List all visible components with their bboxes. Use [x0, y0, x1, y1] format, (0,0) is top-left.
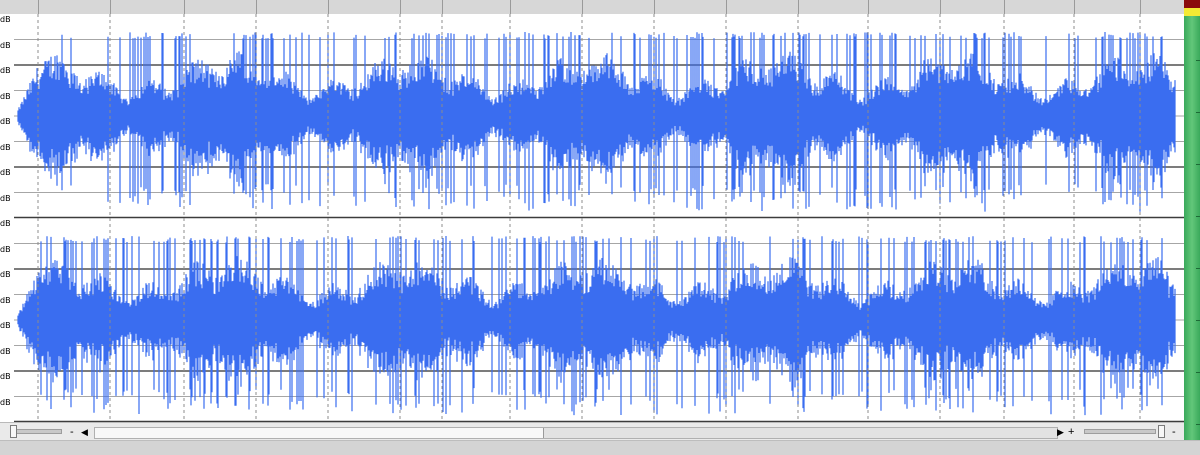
scrollbar-thumb[interactable]	[95, 428, 544, 438]
ruler-tick	[110, 0, 111, 14]
ruler-tick	[328, 0, 329, 14]
meter-level-bar	[1184, 16, 1200, 440]
level-meter	[1184, 0, 1200, 440]
db-label: dB	[0, 372, 11, 381]
db-label: dB	[0, 194, 11, 203]
zoom-in-track[interactable]	[1084, 429, 1156, 434]
waveform-layer	[17, 32, 1176, 416]
channel-waveform	[17, 236, 1176, 416]
meter-tick	[1196, 164, 1200, 165]
zoom-in-button[interactable]: +	[1068, 426, 1074, 438]
db-label: dB	[0, 92, 11, 101]
zoom-out-button[interactable]: -	[70, 426, 74, 438]
zoom-right-out-button[interactable]: -	[1172, 426, 1176, 438]
zoom-in-slider-thumb[interactable]	[1158, 425, 1165, 438]
ruler-tick	[256, 0, 257, 14]
ruler-tick	[868, 0, 869, 14]
ruler-tick	[38, 0, 39, 14]
db-label: dB	[0, 321, 11, 330]
ruler-tick	[510, 0, 511, 14]
ruler-tick	[1140, 0, 1141, 14]
db-label: dB	[0, 219, 11, 228]
db-label: dB	[0, 41, 11, 50]
scroll-left-icon[interactable]: ◀	[81, 426, 88, 438]
meter-tick	[1196, 112, 1200, 113]
ruler-tick	[1004, 0, 1005, 14]
meter-tick	[1196, 424, 1200, 425]
ruler-tick	[798, 0, 799, 14]
horizontal-scrollbar[interactable]	[94, 427, 1058, 439]
ruler-tick	[940, 0, 941, 14]
ruler-tick	[184, 0, 185, 14]
waveform-editor[interactable]: dB dB dB dB dB dB dB dB dB dB dB dB dB dB dB dB	[0, 14, 1184, 422]
db-scale: dB dB dB dB dB dB dB dB dB dB dB dB dB dB dB dB	[0, 14, 14, 422]
timeline-ruler[interactable]	[0, 0, 1184, 15]
db-label: dB	[0, 347, 11, 356]
zoom-out-track[interactable]	[16, 429, 62, 434]
channel-waveform	[17, 32, 1176, 212]
waveform-canvas[interactable]	[0, 14, 1184, 422]
db-label: dB	[0, 168, 11, 177]
db-label: dB	[0, 15, 11, 24]
db-label: dB	[0, 270, 11, 279]
status-strip	[0, 440, 1200, 455]
meter-tick	[1196, 216, 1200, 217]
waveform-footer-bar: - ◀ ▶ + -	[0, 422, 1184, 441]
ruler-tick	[442, 0, 443, 14]
ruler-tick	[400, 0, 401, 14]
scroll-right-icon[interactable]: ▶	[1057, 426, 1064, 438]
db-label: dB	[0, 245, 11, 254]
db-label: dB	[0, 398, 11, 407]
db-label: dB	[0, 296, 11, 305]
meter-tick	[1196, 320, 1200, 321]
ruler-tick	[582, 0, 583, 14]
ruler-tick	[654, 0, 655, 14]
meter-tick	[1196, 372, 1200, 373]
db-label: dB	[0, 143, 11, 152]
meter-peak-indicator	[1184, 0, 1200, 8]
meter-tick	[1196, 268, 1200, 269]
ruler-tick	[1074, 0, 1075, 14]
meter-warning-zone	[1184, 8, 1200, 16]
ruler-tick	[726, 0, 727, 14]
db-label: dB	[0, 117, 11, 126]
meter-tick	[1196, 60, 1200, 61]
zoom-out-slider-thumb[interactable]	[10, 425, 17, 438]
db-label: dB	[0, 66, 11, 75]
